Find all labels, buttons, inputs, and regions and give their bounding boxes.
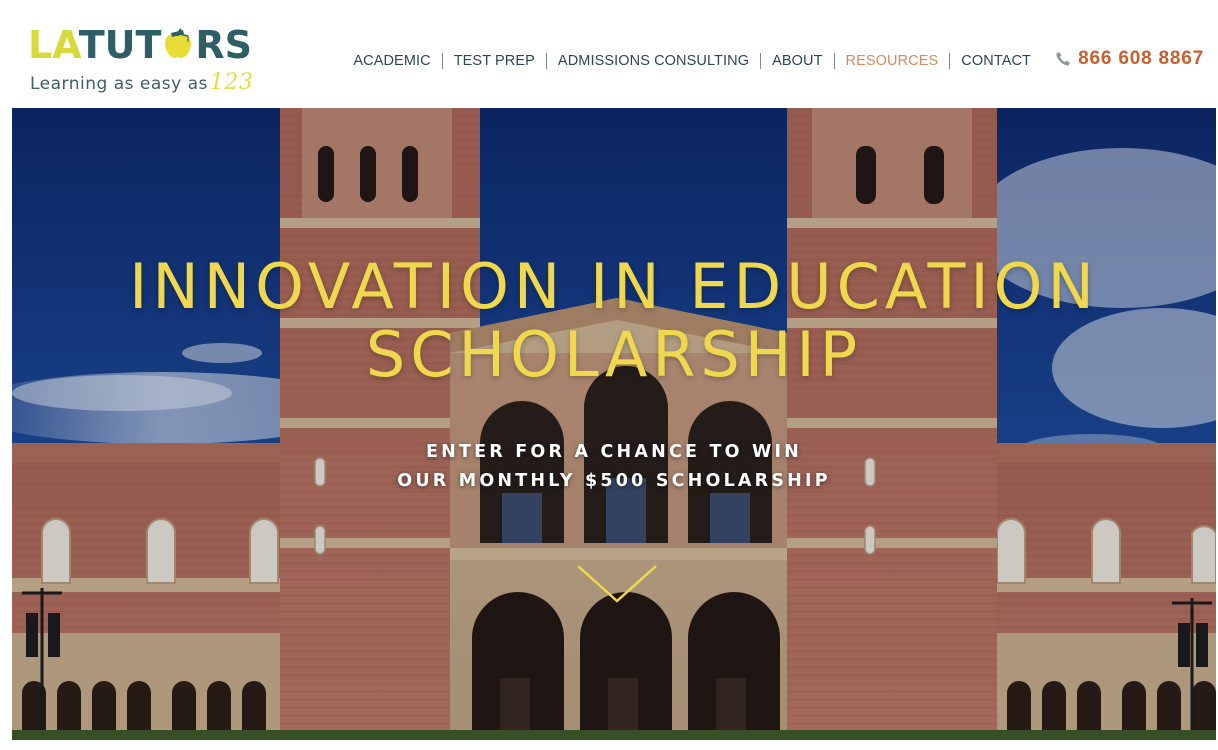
nav-item-about[interactable]: ABOUT xyxy=(761,51,833,71)
phone-icon xyxy=(1055,51,1071,67)
hero-title-line2: SCHOLARSHIP xyxy=(365,318,863,391)
nav-item-test-prep[interactable]: TEST PREP xyxy=(443,51,546,71)
tagline-number: 123 xyxy=(209,70,254,95)
hero-subtitle-line1: ENTER FOR A CHANCE TO WIN xyxy=(425,442,803,462)
nav-item-contact[interactable]: CONTACT xyxy=(950,51,1042,71)
main-nav: ACADEMIC TEST PREP ADMISSIONS CONSULTING… xyxy=(342,50,1042,72)
chevron-down-icon xyxy=(577,565,657,603)
phone-link[interactable]: 866 608 8867 xyxy=(1055,48,1204,70)
scroll-down-button[interactable] xyxy=(575,563,659,607)
hero-subtitle-line2: OUR MONTHLY $500 SCHOLARSHIP xyxy=(397,471,831,491)
logo-wordmark: LATUT RS xyxy=(28,24,252,66)
hero-banner: INNOVATION IN EDUCATION SCHOLARSHIP ENTE… xyxy=(12,108,1216,740)
logo-prefix: LA xyxy=(28,23,79,67)
nav-item-resources[interactable]: RESOURCES xyxy=(835,51,950,71)
tagline-text: Learning as easy as xyxy=(30,74,208,94)
hero-title-line1: INNOVATION IN EDUCATION xyxy=(129,250,1099,323)
hero-background-image xyxy=(12,108,1216,740)
site-header: LATUT RS Learning as easy as123 ACADEMIC… xyxy=(0,0,1218,108)
site-logo[interactable]: LATUT RS Learning as easy as123 xyxy=(28,20,268,96)
logo-suffix: RS xyxy=(195,23,253,67)
apple-icon xyxy=(162,26,194,58)
logo-tagline: Learning as easy as123 xyxy=(30,70,253,95)
nav-item-academic[interactable]: ACADEMIC xyxy=(342,51,441,71)
nav-item-admissions-consulting[interactable]: ADMISSIONS CONSULTING xyxy=(547,51,760,71)
phone-number: 866 608 8867 xyxy=(1078,48,1204,69)
logo-middle: TUT xyxy=(78,23,162,67)
